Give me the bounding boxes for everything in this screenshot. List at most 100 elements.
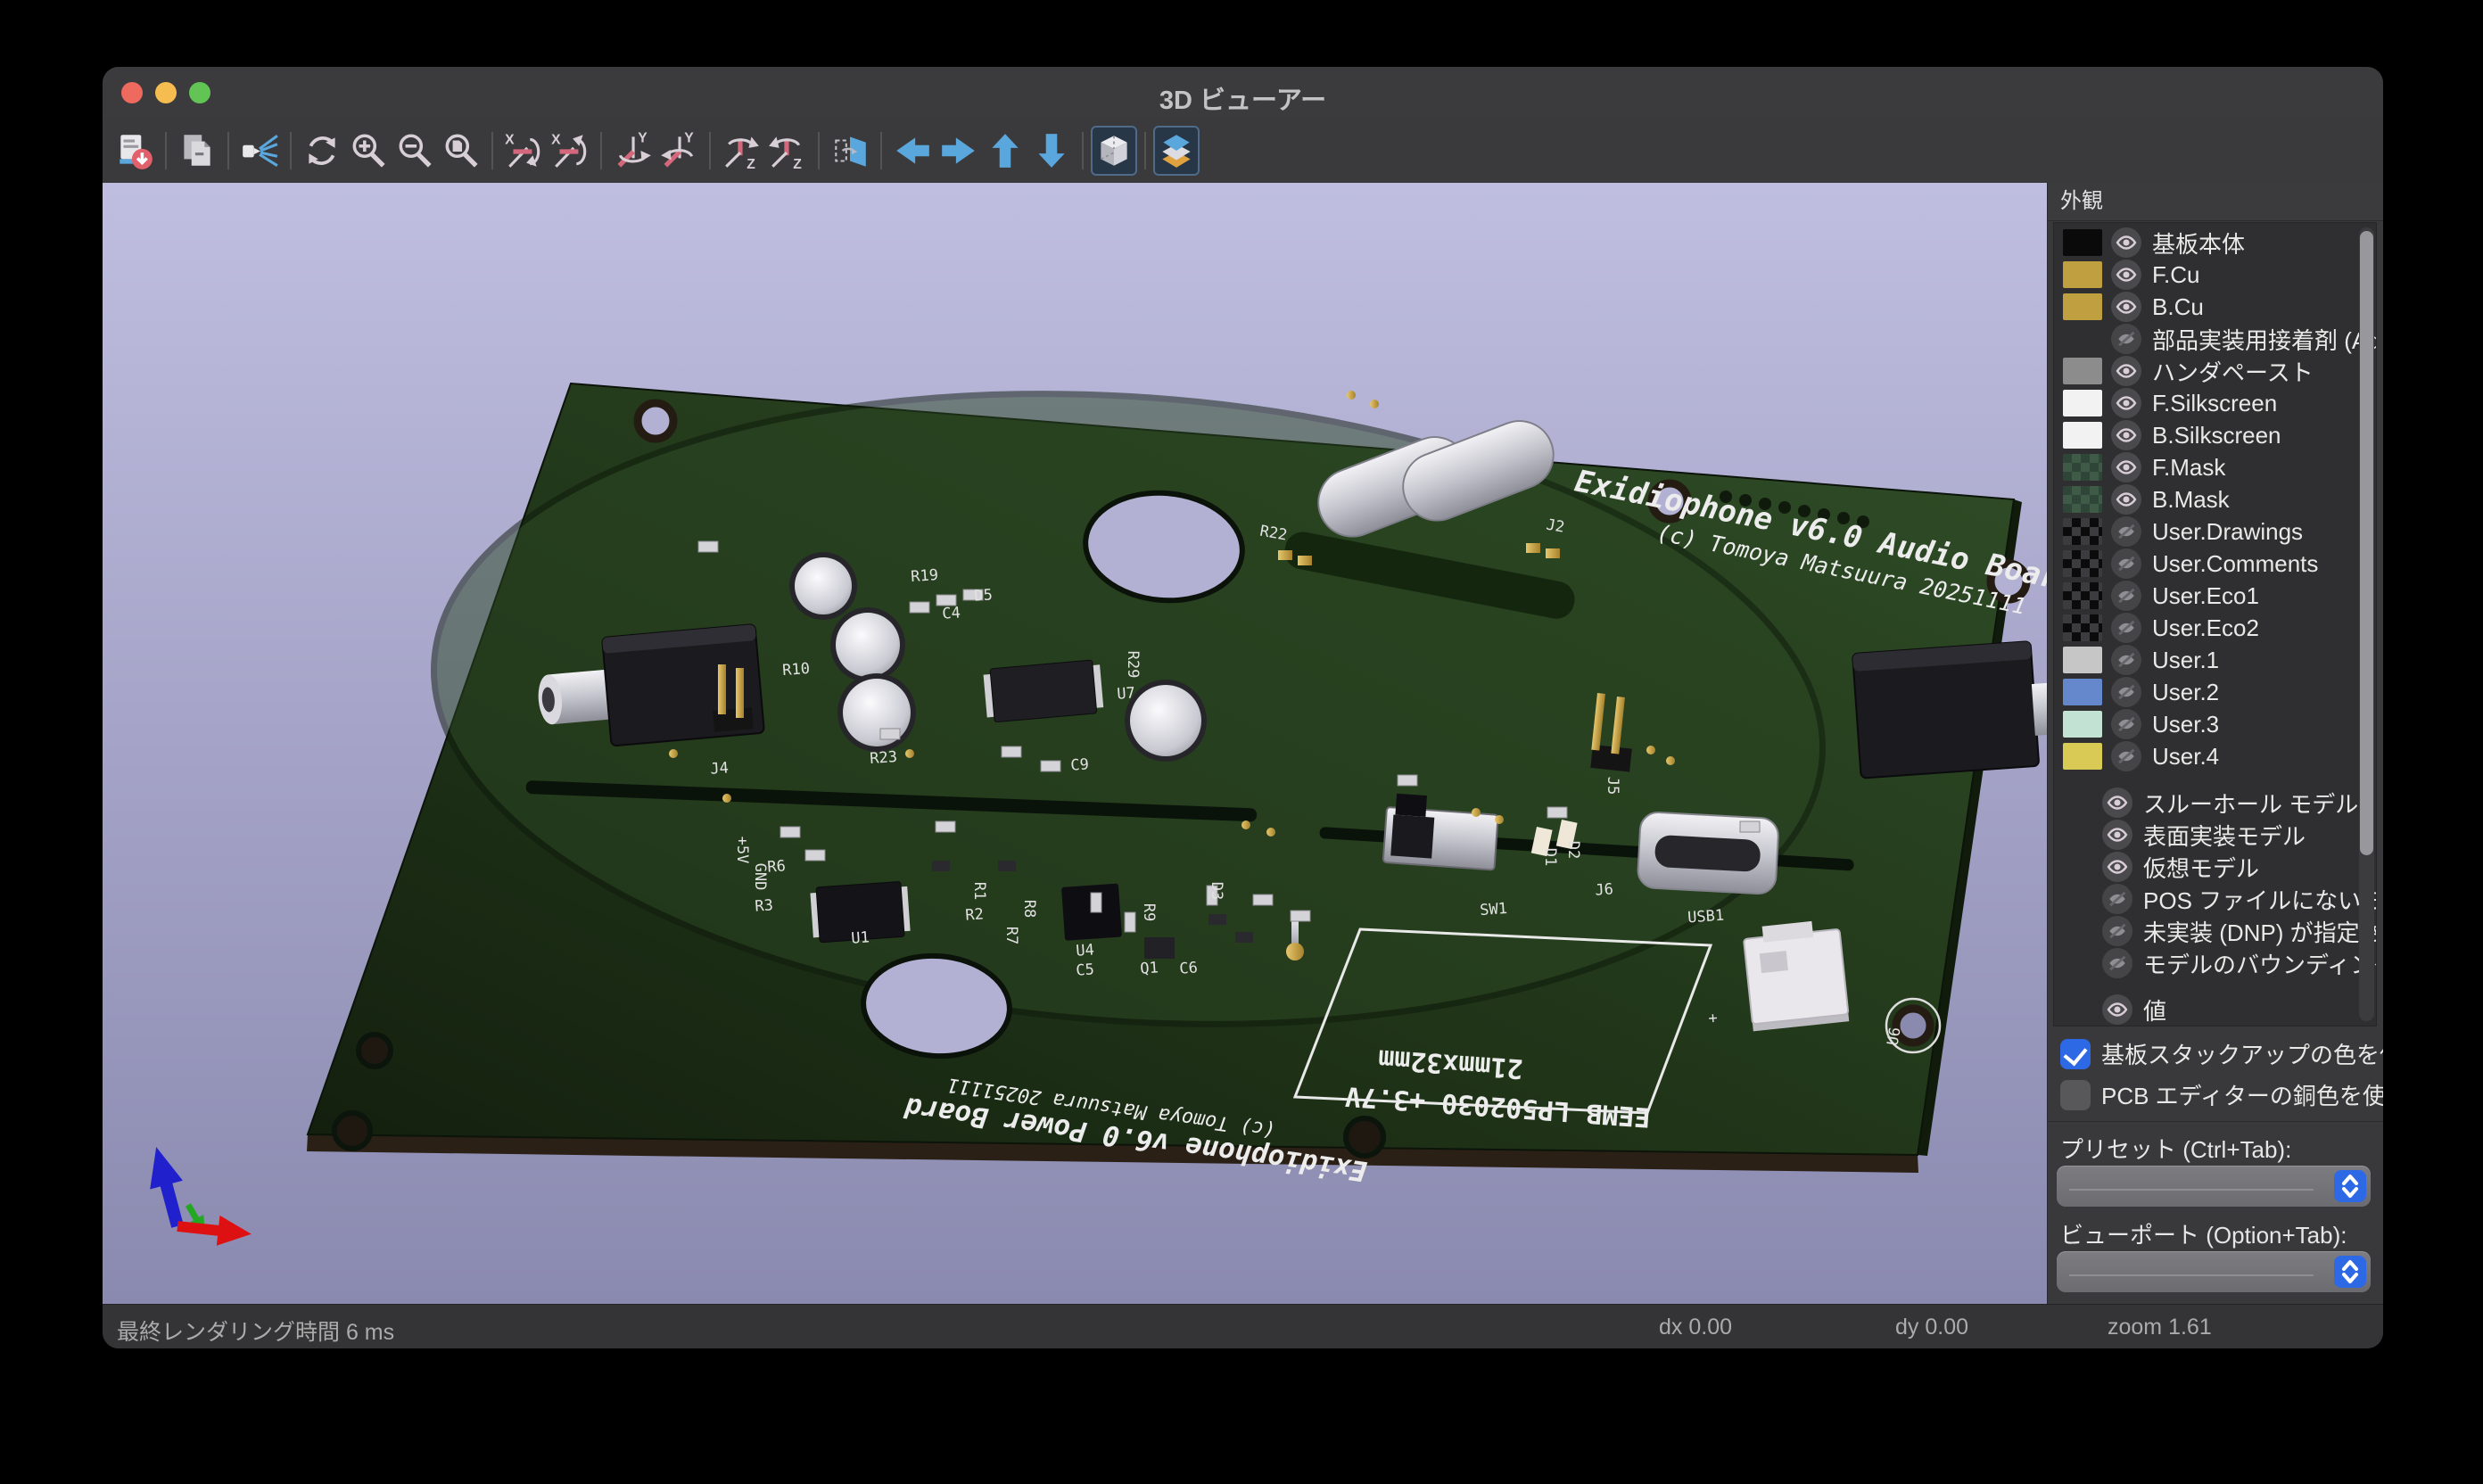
eye-hidden-icon: [2111, 677, 2141, 707]
layer-label: User.2: [2152, 679, 2219, 706]
visibility-toggle[interactable]: [2111, 484, 2141, 515]
model-option-row[interactable]: 表面実装モデル: [2054, 819, 2376, 851]
layer-color-swatch[interactable]: [2063, 422, 2102, 449]
zoom-out-button[interactable]: [392, 126, 438, 176]
layer-color-swatch[interactable]: [2063, 229, 2102, 256]
layer-row[interactable]: User.Comments: [2054, 548, 2376, 580]
visibility-toggle[interactable]: [2102, 948, 2132, 978]
layer-color-swatch[interactable]: [2063, 743, 2102, 770]
ref-designator: +5V: [733, 837, 751, 864]
layer-color-swatch[interactable]: [2063, 550, 2102, 577]
layer-row[interactable]: User.3: [2054, 708, 2376, 740]
layer-row[interactable]: User.Drawings: [2054, 515, 2376, 548]
visibility-toggle[interactable]: [2111, 388, 2141, 418]
layer-row[interactable]: F.Cu: [2054, 259, 2376, 291]
visibility-toggle[interactable]: [2111, 356, 2141, 386]
layer-color-swatch[interactable]: [2063, 390, 2102, 416]
visibility-toggle[interactable]: [2111, 227, 2141, 258]
layer-row[interactable]: 基板本体: [2054, 227, 2376, 259]
stepper-icon[interactable]: [2334, 1256, 2366, 1288]
layer-color-swatch[interactable]: [2063, 486, 2102, 513]
move-right-button[interactable]: [936, 126, 982, 176]
preset-select[interactable]: [2057, 1166, 2371, 1207]
zoom-to-fit-button[interactable]: [438, 126, 484, 176]
use-pcb-editor-copper-checkbox[interactable]: [2060, 1080, 2091, 1110]
model-option-row[interactable]: POS ファイルにないモ: [2054, 883, 2376, 915]
visibility-toggle[interactable]: [2102, 994, 2132, 1025]
visibility-toggle[interactable]: [2111, 516, 2141, 547]
visibility-toggle[interactable]: [2111, 452, 2141, 482]
layer-color-swatch[interactable]: [2063, 711, 2102, 738]
layer-color-swatch[interactable]: [2063, 326, 2102, 352]
layer-row[interactable]: B.Mask: [2054, 483, 2376, 515]
viewport-select[interactable]: [2057, 1251, 2371, 1292]
layer-row[interactable]: B.Cu: [2054, 291, 2376, 323]
layer-color-swatch[interactable]: [2063, 518, 2102, 545]
layer-color-swatch[interactable]: [2063, 582, 2102, 609]
layer-row[interactable]: User.Eco1: [2054, 580, 2376, 612]
move-left-button[interactable]: [889, 126, 936, 176]
use-pcb-editor-copper-row: PCB エディターの銅色を使用: [2060, 1078, 2383, 1111]
visibility-toggle[interactable]: [2102, 852, 2132, 882]
layer-row[interactable]: F.Silkscreen: [2054, 387, 2376, 419]
layer-color-swatch[interactable]: [2063, 679, 2102, 705]
layer-color-swatch[interactable]: [2063, 614, 2102, 641]
render-current-view-button[interactable]: [236, 126, 283, 176]
move-up-button[interactable]: [982, 126, 1028, 176]
titlebar[interactable]: 3D ビューアー: [103, 67, 2383, 120]
visibility-toggle[interactable]: [2111, 613, 2141, 643]
model-option-row[interactable]: スルーホール モデル: [2054, 787, 2376, 819]
move-down-button[interactable]: [1028, 126, 1075, 176]
rotate-y-counterclockwise-button[interactable]: Y: [656, 126, 702, 176]
visibility-toggle[interactable]: [2111, 420, 2141, 450]
rotate-z-clockwise-button[interactable]: Z: [718, 126, 764, 176]
preset-label: プリセット (Ctrl+Tab):: [2060, 1132, 2291, 1165]
flip-board-button[interactable]: [827, 126, 873, 176]
layer-row[interactable]: User.Eco2: [2054, 612, 2376, 644]
layer-row[interactable]: User.4: [2054, 740, 2376, 772]
visibility-toggle[interactable]: [2111, 741, 2141, 771]
orthographic-projection-button[interactable]: [1091, 126, 1137, 176]
layer-color-swatch[interactable]: [2063, 261, 2102, 288]
visibility-toggle[interactable]: [2102, 916, 2132, 946]
visibility-toggle[interactable]: [2111, 548, 2141, 579]
layer-row[interactable]: 部品実装用接着剤 (Adh: [2054, 323, 2376, 355]
layer-list-scrollbar[interactable]: [2359, 227, 2374, 1021]
layer-color-swatch[interactable]: [2063, 293, 2102, 320]
layer-color-swatch[interactable]: [2063, 647, 2102, 673]
model-option-row[interactable]: 未実装 (DNP) が指定さ: [2054, 915, 2376, 947]
zoom-in-button[interactable]: [345, 126, 392, 176]
visibility-toggle[interactable]: [2111, 645, 2141, 675]
layer-row[interactable]: B.Silkscreen: [2054, 419, 2376, 451]
layer-color-swatch[interactable]: [2063, 358, 2102, 384]
rotate-y-clockwise-button[interactable]: Y: [609, 126, 656, 176]
rotate-z-counterclockwise-button[interactable]: Z: [764, 126, 811, 176]
3d-canvas[interactable]: Exidiophone v6.0 Audio Board (c) Tomoya …: [103, 183, 2047, 1304]
visibility-toggle[interactable]: [2111, 677, 2141, 707]
model-option-row[interactable]: 仮想モデル: [2054, 851, 2376, 883]
rotate-x-clockwise-button[interactable]: X: [500, 126, 547, 176]
show-layers-manager-button[interactable]: [1153, 126, 1200, 176]
visibility-toggle[interactable]: [2102, 820, 2132, 850]
scrollbar-thumb[interactable]: [2360, 231, 2373, 855]
rotate-x-counterclockwise-button[interactable]: X: [547, 126, 593, 176]
visibility-toggle[interactable]: [2111, 581, 2141, 611]
layer-row[interactable]: User.2: [2054, 676, 2376, 708]
value-option-row[interactable]: 値: [2054, 993, 2376, 1026]
model-option-row[interactable]: モデルのバウンディング: [2054, 947, 2376, 979]
visibility-toggle[interactable]: [2111, 709, 2141, 739]
layer-row[interactable]: User.1: [2054, 644, 2376, 676]
visibility-toggle[interactable]: [2111, 292, 2141, 322]
layer-row[interactable]: ハンダペースト: [2054, 355, 2376, 387]
stepper-icon[interactable]: [2334, 1170, 2366, 1202]
layer-color-swatch[interactable]: [2063, 454, 2102, 481]
visibility-toggle[interactable]: [2102, 884, 2132, 914]
visibility-toggle[interactable]: [2111, 260, 2141, 290]
visibility-toggle[interactable]: [2102, 787, 2132, 818]
export-button[interactable]: [111, 126, 158, 176]
layer-row[interactable]: F.Mask: [2054, 451, 2376, 483]
use-stackup-colors-checkbox[interactable]: [2060, 1039, 2091, 1069]
copy-button[interactable]: [174, 126, 220, 176]
visibility-toggle[interactable]: [2111, 324, 2141, 354]
redraw-button[interactable]: [299, 126, 345, 176]
